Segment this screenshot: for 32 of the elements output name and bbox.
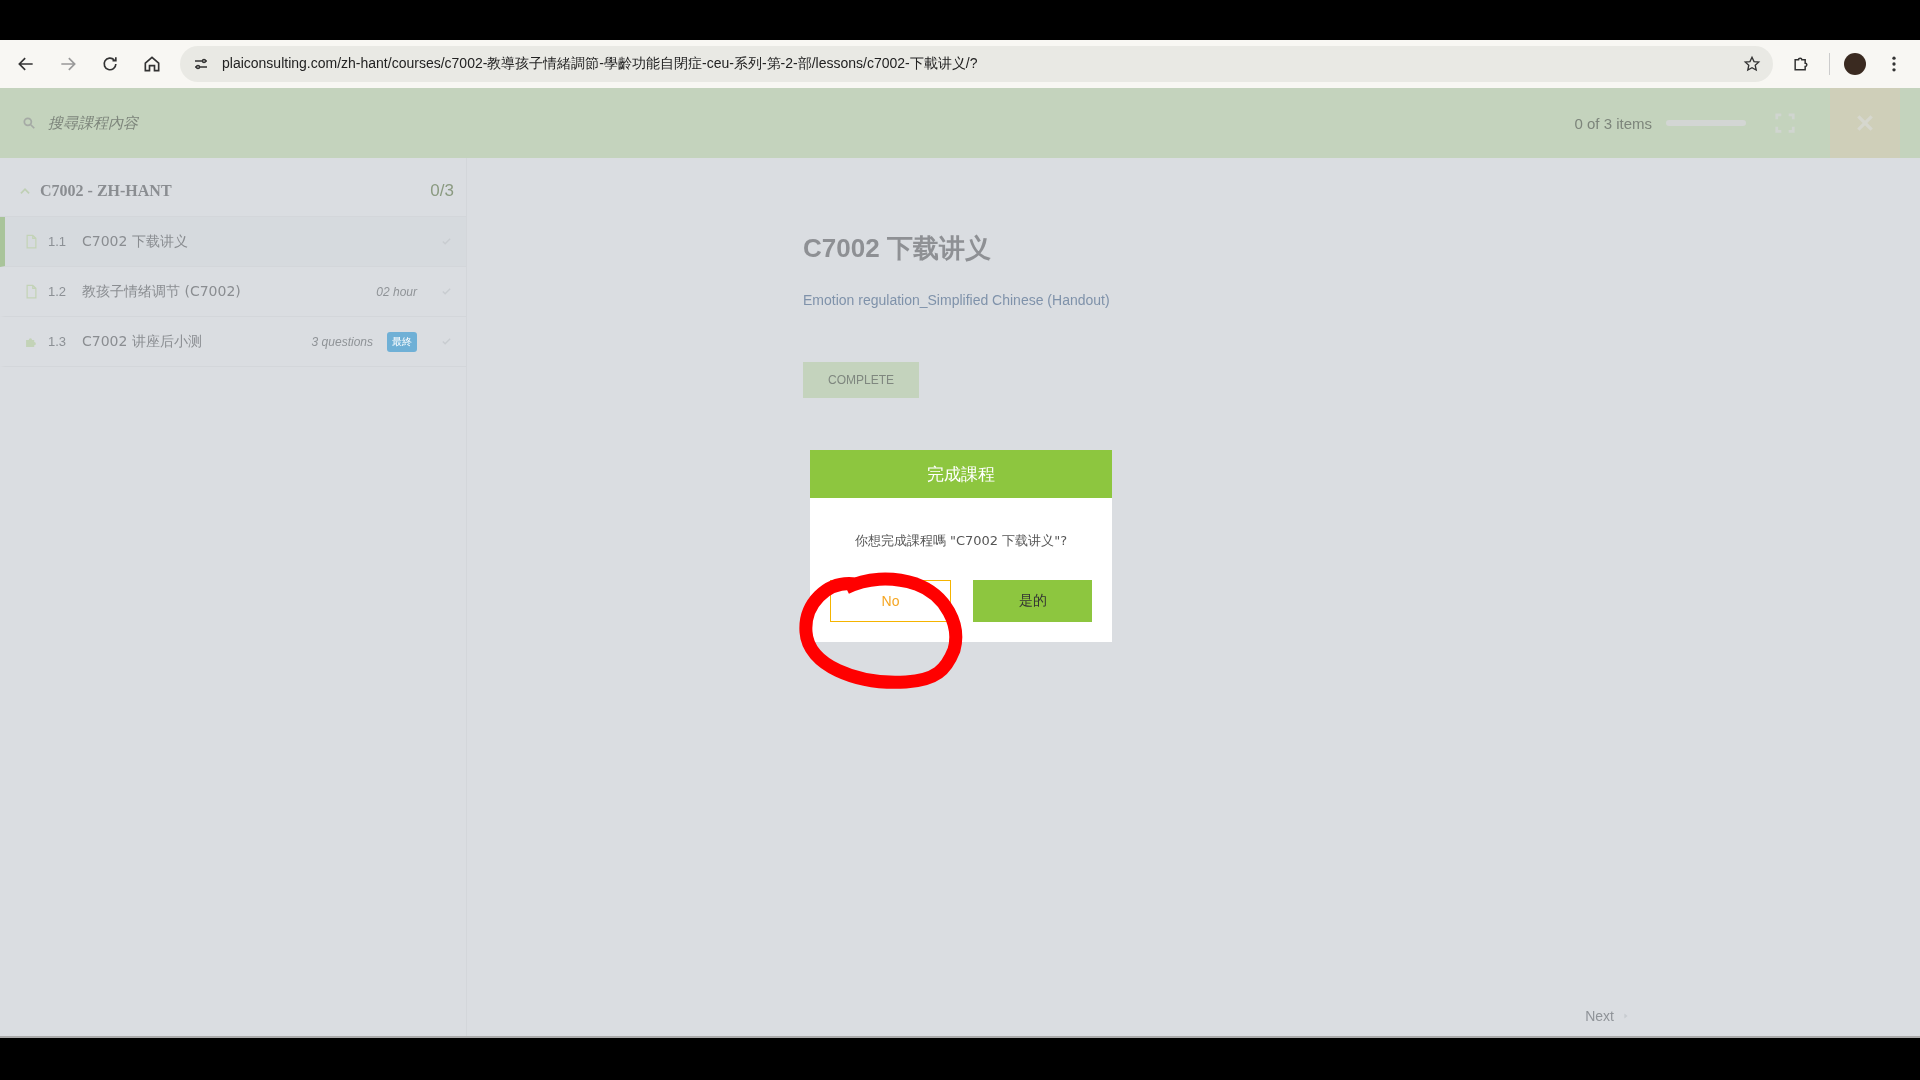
lesson-item[interactable]: 1.1 C7002 下载讲义: [0, 217, 466, 267]
lesson-number: 1.3: [48, 334, 68, 349]
star-icon[interactable]: [1743, 55, 1761, 73]
lesson-duration: 3 questions: [311, 334, 373, 349]
lesson-title: C7002 讲座后小测: [82, 332, 203, 351]
lesson-heading: C7002 下载讲义: [803, 232, 992, 265]
document-icon: [25, 284, 38, 299]
section-title: C7002 - ZH-HANT: [40, 182, 173, 200]
lesson-title: C7002 下载讲义: [82, 232, 189, 251]
address-bar[interactable]: plaiconsulting.com/zh-hant/courses/c7002-教導孩子情緒調節-學齡功能自閉症-ceu-系列-第-2-部/lessons/c7002-下載讲义/?: [180, 46, 1773, 82]
handout-link[interactable]: Emotion regulation_Simplified Chinese (Handout): [803, 292, 1920, 308]
lesson-title: 教孩子情绪调节 (C7002): [82, 282, 242, 301]
section-count: 0/3: [430, 181, 454, 201]
dialog-title: 完成課程: [810, 450, 1112, 498]
search-icon: [22, 116, 36, 130]
progress-text: 0 of 3 items: [1574, 114, 1652, 132]
search-field[interactable]: 搜尋課程內容: [46, 113, 450, 133]
complete-button[interactable]: COMPLETE: [803, 362, 919, 398]
lesson-number: 1.2: [48, 284, 68, 299]
next-link[interactable]: Next: [1585, 1008, 1614, 1024]
lesson-duration: 02 hour: [376, 284, 417, 299]
avatar[interactable]: [1844, 53, 1866, 75]
lesson-number: 1.1: [48, 234, 68, 249]
final-badge: 最終: [387, 331, 417, 352]
home-icon[interactable]: [142, 54, 162, 74]
reload-icon[interactable]: [100, 54, 120, 74]
document-icon: [25, 234, 38, 249]
dialog-message: 你想完成課程嗎 "C7002 下载讲义"?: [853, 532, 1069, 550]
yes-button[interactable]: 是的: [973, 580, 1092, 622]
lesson-item[interactable]: 1.3 C7002 讲座后小测 3 questions 最終: [0, 317, 466, 367]
lesson-item[interactable]: 1.2 教孩子情绪调节 (C7002) 02 hour: [0, 267, 466, 317]
url-text: plaiconsulting.com/zh-hant/courses/c7002-教導孩子情緒調節-學齡功能自閉症-ceu-系列-第-2-部/lessons/c7002-下載讲义/?: [222, 55, 979, 73]
